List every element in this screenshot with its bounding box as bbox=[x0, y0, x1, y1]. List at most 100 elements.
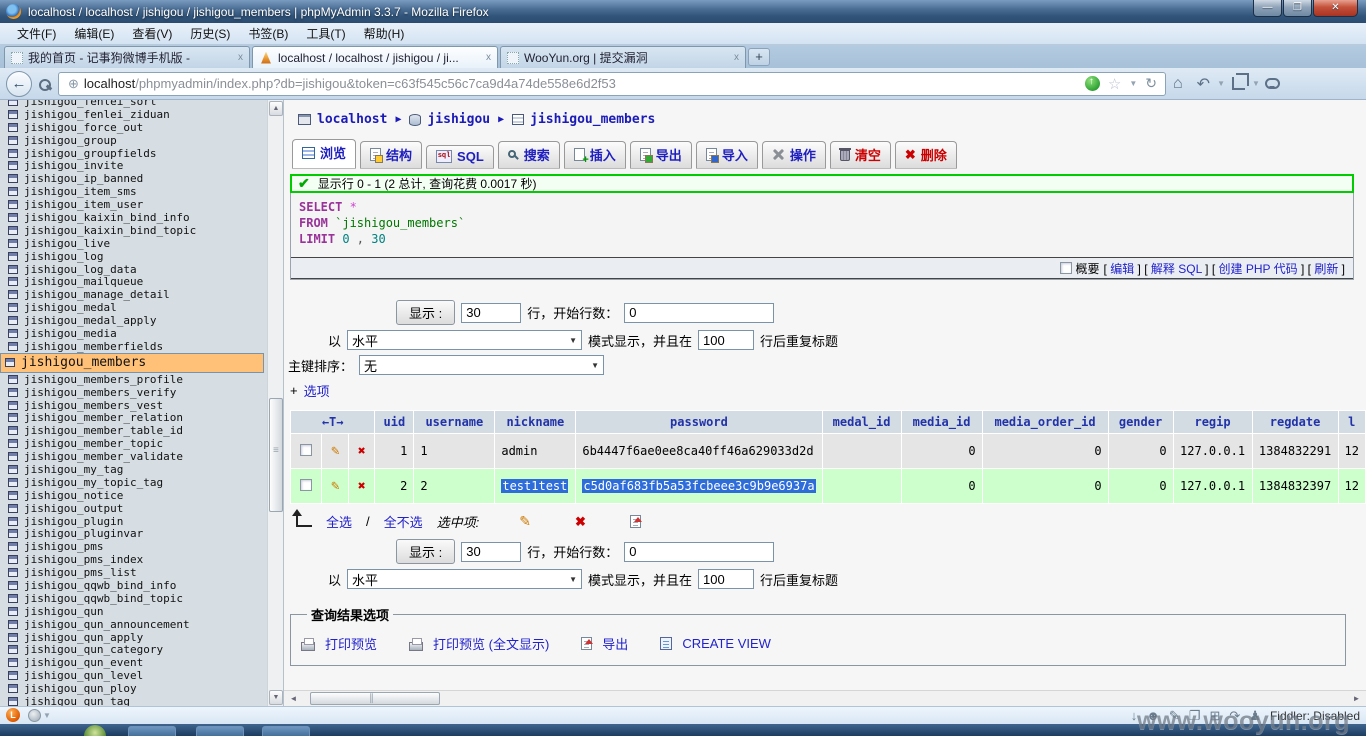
sidebar-table-item[interactable]: jishigou_qun bbox=[0, 605, 283, 618]
column-header-password[interactable]: password bbox=[576, 411, 822, 433]
close-button[interactable]: ✕ bbox=[1313, 0, 1358, 17]
url-bar[interactable]: ⊕ localhost /phpmyadmin/index.php?db=jis… bbox=[58, 71, 1166, 96]
repeat-headers-input[interactable] bbox=[698, 330, 755, 350]
column-toggle-header[interactable]: ←T→ bbox=[291, 411, 375, 433]
pma-tab-插入[interactable]: 插入 bbox=[563, 141, 626, 168]
menu-item[interactable]: 查看(V) bbox=[123, 23, 181, 44]
forward-key-icon[interactable] bbox=[38, 78, 51, 91]
sidebar-table-item[interactable]: jishigou_pms_list bbox=[0, 566, 283, 579]
home-icon[interactable]: ⌂ bbox=[1173, 75, 1183, 93]
bookmark-star-icon[interactable]: ☆ bbox=[1108, 75, 1121, 93]
pma-tab-浏览[interactable]: 浏览 bbox=[292, 139, 357, 168]
sidebar-table-item[interactable]: jishigou_ip_banned bbox=[0, 172, 283, 185]
sidebar-table-item[interactable]: jishigou_memberfields bbox=[0, 340, 283, 353]
query-link-刷新[interactable]: 刷新 bbox=[1314, 262, 1338, 276]
pma-tab-清空[interactable]: 清空 bbox=[829, 141, 891, 168]
row-checkbox[interactable] bbox=[300, 443, 313, 456]
sidebar-table-item[interactable]: jishigou_fenlei_ziduan bbox=[0, 108, 283, 121]
sidebar-table-item[interactable]: jishigou_qun_tag bbox=[0, 695, 283, 706]
new-tab-button[interactable]: + bbox=[748, 48, 770, 66]
addon-dropdown-icon[interactable]: ▼ bbox=[43, 711, 51, 720]
sidebar-table-item[interactable]: jishigou_item_user bbox=[0, 198, 283, 211]
sidebar-table-item[interactable]: jishigou_member_validate bbox=[0, 450, 283, 463]
mode-select[interactable]: 水平 ▼ bbox=[347, 330, 583, 350]
delete-selected-icon[interactable]: ✖ bbox=[575, 514, 586, 530]
sidebar-table-item[interactable]: jishigou_pms_index bbox=[0, 553, 283, 566]
sidebar-table-item[interactable]: jishigou_member_table_id bbox=[0, 424, 283, 437]
menu-item[interactable]: 文件(F) bbox=[8, 23, 65, 44]
sidebar-table-item[interactable]: jishigou_qun_apply bbox=[0, 631, 283, 644]
column-header-nickname[interactable]: nickname bbox=[495, 411, 576, 433]
sidebar-table-item[interactable]: jishigou_fenlei_sort bbox=[0, 100, 283, 108]
scroll-up-icon[interactable]: ▲ bbox=[269, 101, 283, 116]
sidebar-table-item[interactable]: jishigou_members_profile bbox=[0, 373, 283, 386]
resultset-link-打印预览 (全文显示)[interactable]: 打印预览 (全文显示) bbox=[433, 634, 549, 653]
start-orb[interactable] bbox=[84, 725, 106, 736]
menu-item[interactable]: 帮助(H) bbox=[355, 23, 414, 44]
tab-close-icon[interactable]: x bbox=[734, 52, 739, 63]
pma-tab-导入[interactable]: 导入 bbox=[695, 141, 758, 168]
options-link[interactable]: 选项 bbox=[304, 381, 330, 400]
edit-pencil-icon[interactable]: ✎ bbox=[331, 478, 339, 494]
sidebar-table-item[interactable]: jishigou_qqwb_bind_topic bbox=[0, 592, 283, 605]
repeat-headers-input-bottom[interactable] bbox=[698, 569, 755, 589]
pma-tab-导出[interactable]: 导出 bbox=[629, 141, 692, 168]
sidebar-table-item[interactable]: jishigou_qqwb_bind_info bbox=[0, 579, 283, 592]
taskbar-button[interactable] bbox=[262, 726, 310, 736]
sidebar-table-item[interactable]: jishigou_group bbox=[0, 134, 283, 147]
query-link-解释 SQL[interactable]: 解释 SQL bbox=[1151, 262, 1202, 276]
sidebar-table-item[interactable]: jishigou_media bbox=[0, 327, 283, 340]
show-button[interactable]: 显示 : bbox=[396, 300, 456, 325]
download-helper-icon[interactable] bbox=[1084, 76, 1100, 91]
column-header-media_id[interactable]: media_id bbox=[901, 411, 982, 433]
delete-x-icon[interactable]: ✖ bbox=[358, 479, 366, 494]
sidebar-table-item[interactable]: jishigou_notice bbox=[0, 489, 283, 502]
sidebar-table-item[interactable]: jishigou_members bbox=[0, 352, 264, 373]
query-link-创建 PHP 代码[interactable]: 创建 PHP 代码 bbox=[1218, 262, 1297, 276]
sidebar-table-item[interactable]: jishigou_member_relation bbox=[0, 411, 283, 424]
show-button-bottom[interactable]: 显示 : bbox=[396, 539, 456, 564]
edit-selected-icon[interactable]: ✎ bbox=[519, 513, 531, 530]
sidebar-table-item[interactable]: jishigou_kaixin_bind_info bbox=[0, 211, 283, 224]
undo-icon[interactable]: ↶ bbox=[1197, 74, 1210, 94]
resultset-link-打印预览[interactable]: 打印预览 bbox=[325, 634, 377, 653]
check-all-link[interactable]: 全选 bbox=[326, 512, 352, 531]
sort-select[interactable]: 无 ▼ bbox=[359, 355, 605, 375]
pma-tab-操作[interactable]: 操作 bbox=[761, 141, 826, 168]
sidebar-table-item[interactable]: jishigou_log bbox=[0, 250, 283, 263]
sidebar-table-item[interactable]: jishigou_members_verify bbox=[0, 386, 283, 399]
breadcrumb-item[interactable]: localhost bbox=[298, 112, 387, 127]
browser-tab[interactable]: 我的首页 - 记事狗微博手机版 - x bbox=[4, 46, 250, 68]
taskbar-button[interactable] bbox=[128, 726, 176, 736]
column-header-uid[interactable]: uid bbox=[375, 411, 414, 433]
rows-count-input-bottom[interactable] bbox=[461, 541, 522, 562]
sidebar-table-item[interactable]: jishigou_log_data bbox=[0, 263, 283, 276]
breadcrumb-item[interactable]: jishigou bbox=[409, 112, 490, 127]
scroll-down-icon[interactable]: ▼ bbox=[269, 690, 283, 705]
resultset-link-CREATE VIEW[interactable]: CREATE VIEW bbox=[682, 636, 771, 651]
sidebar-scrollbar[interactable]: ▲ ▼ bbox=[267, 100, 283, 706]
sidebar-table-item[interactable]: jishigou_plugin bbox=[0, 515, 283, 528]
sidebar-table-item[interactable]: jishigou_my_topic_tag bbox=[0, 476, 283, 489]
pma-tab-结构[interactable]: 结构 bbox=[360, 141, 423, 168]
start-row-input[interactable] bbox=[624, 302, 775, 323]
sidebar-table-item[interactable]: jishigou_qun_category bbox=[0, 643, 283, 656]
start-row-input-bottom[interactable] bbox=[624, 541, 775, 562]
menu-item[interactable]: 历史(S) bbox=[181, 23, 239, 44]
browser-tab[interactable]: WooYun.org | 提交漏洞 x bbox=[500, 46, 746, 68]
column-header-gender[interactable]: gender bbox=[1108, 411, 1173, 433]
pma-tab-搜索[interactable]: 搜索 bbox=[497, 141, 560, 168]
delete-x-icon[interactable]: ✖ bbox=[358, 444, 366, 459]
column-header-medal_id[interactable]: medal_id bbox=[822, 411, 901, 433]
query-link-编辑[interactable]: 编辑 bbox=[1110, 262, 1134, 276]
sidebar-table-item[interactable]: jishigou_output bbox=[0, 502, 283, 515]
horizontal-scrollbar-thumb[interactable] bbox=[310, 692, 440, 705]
sidebar-table-item[interactable]: jishigou_manage_detail bbox=[0, 288, 283, 301]
addon-orange-icon[interactable]: L bbox=[6, 708, 20, 722]
sidebar-table-item[interactable]: jishigou_kaixin_bind_topic bbox=[0, 224, 283, 237]
uncheck-all-link[interactable]: 全不选 bbox=[384, 512, 423, 531]
url-dropdown-icon[interactable]: ▼ bbox=[1129, 79, 1137, 88]
screenshot-icon[interactable] bbox=[1232, 73, 1249, 90]
sidebar-table-item[interactable]: jishigou_mailqueue bbox=[0, 275, 283, 288]
chat-bubble-icon[interactable] bbox=[1264, 78, 1280, 89]
